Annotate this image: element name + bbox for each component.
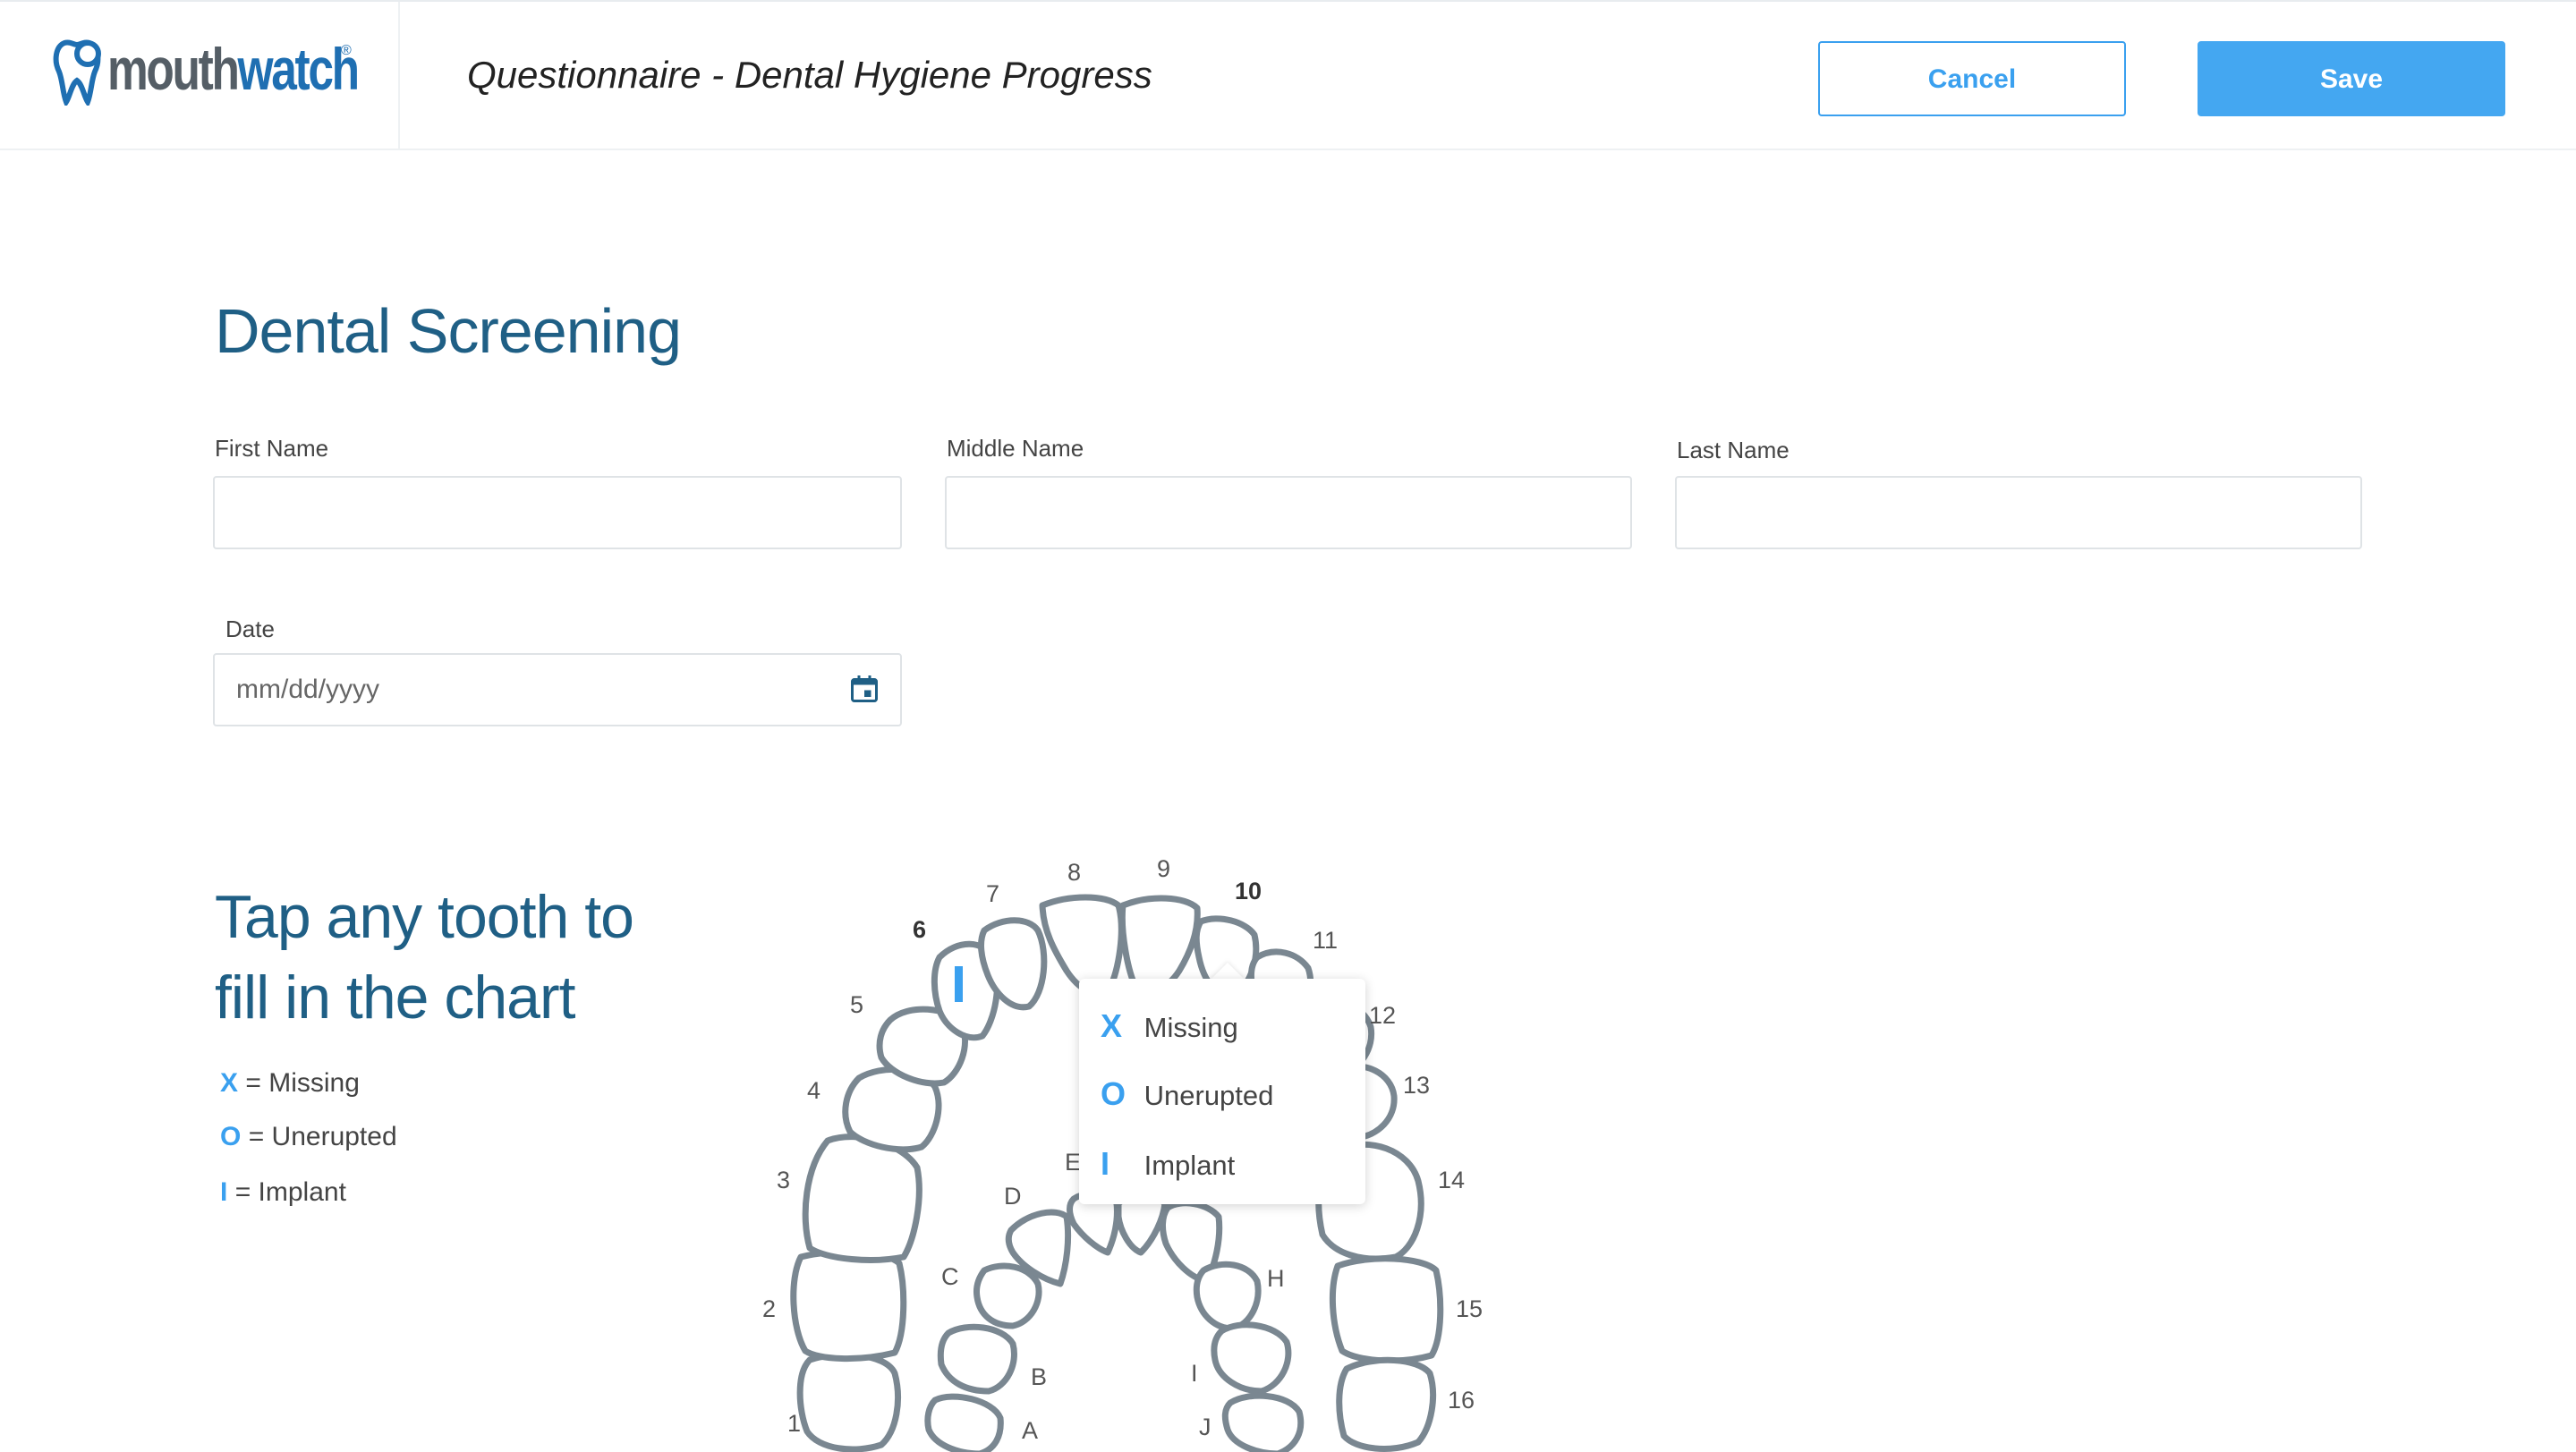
popup-option-unerupted[interactable]: O Unerupted	[1101, 1075, 1273, 1113]
popup-option-implant-label: Implant	[1143, 1150, 1236, 1181]
tooth-label-A: A	[1022, 1417, 1038, 1444]
tooth-label-13: 13	[1403, 1072, 1430, 1099]
tooth-label-5: 5	[850, 991, 863, 1018]
tooth-label-C: C	[941, 1263, 959, 1290]
popup-option-unerupted-label: Unerupted	[1143, 1080, 1274, 1111]
tooth-15[interactable]	[1329, 1255, 1444, 1364]
tooth-H[interactable]	[1193, 1261, 1262, 1332]
tooth-label-1: 1	[787, 1410, 801, 1437]
tooth-label-J: J	[1199, 1414, 1211, 1440]
tooth-label-9: 9	[1157, 855, 1170, 882]
tooth-2[interactable]	[790, 1248, 907, 1363]
popup-option-missing-label: Missing	[1143, 1012, 1238, 1043]
tooth-C[interactable]	[973, 1262, 1042, 1329]
tooth-label-16: 16	[1448, 1387, 1475, 1414]
tooth-label-B: B	[1031, 1363, 1047, 1390]
tooth-F[interactable]	[1115, 1193, 1169, 1256]
tooth-1[interactable]	[796, 1351, 901, 1452]
tooth-label-10: 10	[1235, 878, 1262, 904]
tooth-label-D: D	[1004, 1183, 1022, 1210]
tooth-label-2: 2	[762, 1295, 776, 1322]
popup-option-missing[interactable]: X Missing	[1101, 1007, 1238, 1045]
tooth-status-popup: X Missing O Unerupted I Implant	[1079, 979, 1365, 1204]
popup-arrow	[1210, 963, 1245, 981]
tooth-label-3: 3	[777, 1167, 790, 1193]
implant-icon: I	[1101, 1145, 1110, 1182]
tooth-I[interactable]	[1211, 1321, 1292, 1395]
missing-icon: X	[1101, 1007, 1123, 1044]
tooth-label-12: 12	[1369, 1002, 1396, 1029]
tooth-label-H: H	[1267, 1265, 1285, 1292]
tooth-A[interactable]	[924, 1393, 1004, 1452]
unerupted-icon: O	[1101, 1075, 1126, 1112]
tooth-label-15: 15	[1456, 1295, 1483, 1322]
tooth-J[interactable]	[1221, 1392, 1305, 1452]
tooth-label-8: 8	[1067, 859, 1081, 886]
tooth-16[interactable]	[1336, 1356, 1437, 1452]
tooth-label-4: 4	[807, 1077, 820, 1104]
tooth-label-I: I	[1191, 1360, 1198, 1387]
tooth-label-7: 7	[986, 880, 999, 907]
tooth-B[interactable]	[937, 1323, 1017, 1395]
tooth-label-6: 6	[913, 916, 926, 943]
tooth-chart: 1 2 3 4 5 6 7 8 9 10 11 12 13 14 15 16 A…	[762, 855, 1483, 1452]
popup-option-implant[interactable]: I Implant	[1101, 1145, 1235, 1183]
tooth-3[interactable]	[802, 1134, 922, 1263]
tooth-label-11: 11	[1313, 927, 1338, 954]
implant-mark-tooth-6	[955, 966, 963, 1002]
tooth-label-14: 14	[1438, 1167, 1465, 1193]
